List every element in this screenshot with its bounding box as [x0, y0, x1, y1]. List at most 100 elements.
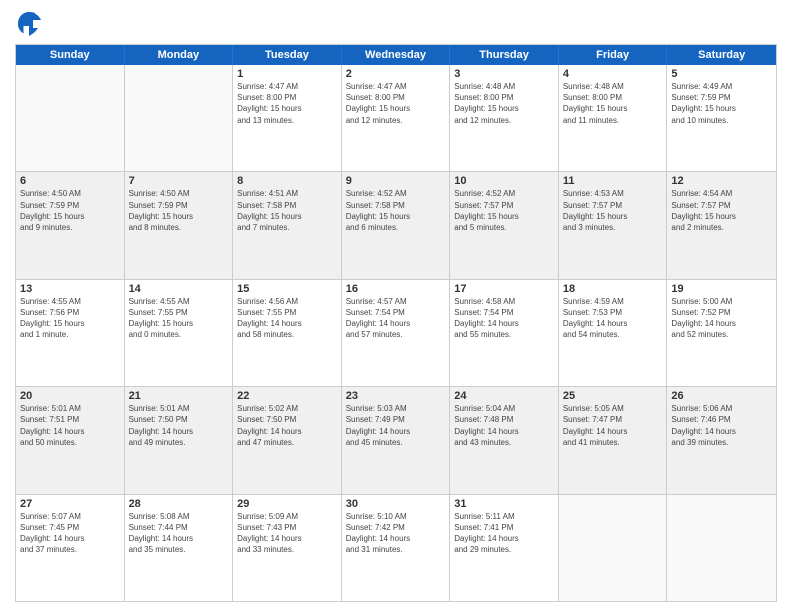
day-info: Sunrise: 5:04 AM Sunset: 7:48 PM Dayligh…: [454, 403, 554, 448]
calendar-cell: 20Sunrise: 5:01 AM Sunset: 7:51 PM Dayli…: [16, 387, 125, 493]
day-info: Sunrise: 4:56 AM Sunset: 7:55 PM Dayligh…: [237, 296, 337, 341]
day-info: Sunrise: 5:07 AM Sunset: 7:45 PM Dayligh…: [20, 511, 120, 556]
day-info: Sunrise: 4:52 AM Sunset: 7:57 PM Dayligh…: [454, 188, 554, 233]
day-info: Sunrise: 4:53 AM Sunset: 7:57 PM Dayligh…: [563, 188, 663, 233]
calendar-cell: 13Sunrise: 4:55 AM Sunset: 7:56 PM Dayli…: [16, 280, 125, 386]
day-info: Sunrise: 5:09 AM Sunset: 7:43 PM Dayligh…: [237, 511, 337, 556]
day-number: 29: [237, 498, 337, 510]
calendar-cell: 8Sunrise: 4:51 AM Sunset: 7:58 PM Daylig…: [233, 172, 342, 278]
calendar-cell: 19Sunrise: 5:00 AM Sunset: 7:52 PM Dayli…: [667, 280, 776, 386]
day-number: 16: [346, 283, 446, 295]
day-info: Sunrise: 4:51 AM Sunset: 7:58 PM Dayligh…: [237, 188, 337, 233]
calendar-row: 13Sunrise: 4:55 AM Sunset: 7:56 PM Dayli…: [16, 280, 776, 387]
calendar-cell: 24Sunrise: 5:04 AM Sunset: 7:48 PM Dayli…: [450, 387, 559, 493]
logo: [15, 10, 47, 38]
calendar-cell: 18Sunrise: 4:59 AM Sunset: 7:53 PM Dayli…: [559, 280, 668, 386]
day-info: Sunrise: 5:01 AM Sunset: 7:50 PM Dayligh…: [129, 403, 229, 448]
day-number: 8: [237, 175, 337, 187]
day-number: 19: [671, 283, 772, 295]
calendar-cell: 5Sunrise: 4:49 AM Sunset: 7:59 PM Daylig…: [667, 65, 776, 171]
calendar-row: 6 Sunrise: 4:50 AM Sunset: 7:59 PM Daylig…: [16, 172, 776, 279]
day-info: Sunrise: 5:01 AM Sunset: 7:51 PM Dayligh…: [20, 403, 120, 448]
day-number: 7: [129, 175, 229, 187]
calendar-cell: 11Sunrise: 4:53 AM Sunset: 7:57 PM Dayli…: [559, 172, 668, 278]
day-number: 30: [346, 498, 446, 510]
day-number: 27: [20, 498, 120, 510]
calendar-cell: 16Sunrise: 4:57 AM Sunset: 7:54 PM Dayli…: [342, 280, 451, 386]
calendar-header-cell: Friday: [559, 45, 668, 65]
calendar-header-cell: Saturday: [667, 45, 776, 65]
day-number: 20: [20, 390, 120, 402]
day-number: 13: [20, 283, 120, 295]
day-info: Sunrise: 5:11 AM Sunset: 7:41 PM Dayligh…: [454, 511, 554, 556]
day-info: Sunrise: 5:03 AM Sunset: 7:49 PM Dayligh…: [346, 403, 446, 448]
day-number: 5: [671, 68, 772, 80]
day-number: 1: [237, 68, 337, 80]
day-info: Sunrise: 4:58 AM Sunset: 7:54 PM Dayligh…: [454, 296, 554, 341]
calendar-cell: 25Sunrise: 5:05 AM Sunset: 7:47 PM Dayli…: [559, 387, 668, 493]
day-info: Sunrise: 4:47 AM Sunset: 8:00 PM Dayligh…: [346, 81, 446, 126]
day-number: 15: [237, 283, 337, 295]
day-number: 11: [563, 175, 663, 187]
calendar-cell: 23Sunrise: 5:03 AM Sunset: 7:49 PM Dayli…: [342, 387, 451, 493]
calendar-cell: 12Sunrise: 4:54 AM Sunset: 7:57 PM Dayli…: [667, 172, 776, 278]
day-number: 31: [454, 498, 554, 510]
day-number: 12: [671, 175, 772, 187]
calendar-cell: 30Sunrise: 5:10 AM Sunset: 7:42 PM Dayli…: [342, 495, 451, 601]
calendar-cell: 3Sunrise: 4:48 AM Sunset: 8:00 PM Daylig…: [450, 65, 559, 171]
calendar-cell: 31Sunrise: 5:11 AM Sunset: 7:41 PM Dayli…: [450, 495, 559, 601]
calendar-header-cell: Tuesday: [233, 45, 342, 65]
calendar-cell: 22Sunrise: 5:02 AM Sunset: 7:50 PM Dayli…: [233, 387, 342, 493]
calendar-cell-empty: [559, 495, 668, 601]
calendar-row: 20Sunrise: 5:01 AM Sunset: 7:51 PM Dayli…: [16, 387, 776, 494]
calendar-row: 27Sunrise: 5:07 AM Sunset: 7:45 PM Dayli…: [16, 495, 776, 601]
calendar-cell: 21Sunrise: 5:01 AM Sunset: 7:50 PM Dayli…: [125, 387, 234, 493]
calendar-cell-empty: [16, 65, 125, 171]
calendar-cell: 10Sunrise: 4:52 AM Sunset: 7:57 PM Dayli…: [450, 172, 559, 278]
day-info: Sunrise: 5:00 AM Sunset: 7:52 PM Dayligh…: [671, 296, 772, 341]
calendar-cell: 14Sunrise: 4:55 AM Sunset: 7:55 PM Dayli…: [125, 280, 234, 386]
calendar-row: 1Sunrise: 4:47 AM Sunset: 8:00 PM Daylig…: [16, 65, 776, 172]
day-number: 17: [454, 283, 554, 295]
calendar-cell: 9Sunrise: 4:52 AM Sunset: 7:58 PM Daylig…: [342, 172, 451, 278]
day-number: 22: [237, 390, 337, 402]
day-info: Sunrise: 4:55 AM Sunset: 7:55 PM Dayligh…: [129, 296, 229, 341]
day-number: 3: [454, 68, 554, 80]
calendar-cell: 27Sunrise: 5:07 AM Sunset: 7:45 PM Dayli…: [16, 495, 125, 601]
calendar-body: 1Sunrise: 4:47 AM Sunset: 8:00 PM Daylig…: [16, 65, 776, 601]
day-number: 9: [346, 175, 446, 187]
calendar-cell: 26Sunrise: 5:06 AM Sunset: 7:46 PM Dayli…: [667, 387, 776, 493]
day-info: Sunrise: 4:59 AM Sunset: 7:53 PM Dayligh…: [563, 296, 663, 341]
calendar-header-cell: Sunday: [16, 45, 125, 65]
day-number: 25: [563, 390, 663, 402]
day-info: Sunrise: 4:55 AM Sunset: 7:56 PM Dayligh…: [20, 296, 120, 341]
day-number: 21: [129, 390, 229, 402]
day-number: 14: [129, 283, 229, 295]
day-number: 6: [20, 175, 120, 187]
calendar-header-cell: Thursday: [450, 45, 559, 65]
day-info: Sunrise: 4:48 AM Sunset: 8:00 PM Dayligh…: [454, 81, 554, 126]
logo-icon: [15, 10, 43, 38]
calendar-cell-empty: [125, 65, 234, 171]
day-info: Sunrise: 4:52 AM Sunset: 7:58 PM Dayligh…: [346, 188, 446, 233]
calendar-cell-empty: [667, 495, 776, 601]
calendar-cell: 29Sunrise: 5:09 AM Sunset: 7:43 PM Dayli…: [233, 495, 342, 601]
day-number: 28: [129, 498, 229, 510]
day-number: 23: [346, 390, 446, 402]
day-info: Sunrise: 4:49 AM Sunset: 7:59 PM Dayligh…: [671, 81, 772, 126]
day-number: 2: [346, 68, 446, 80]
calendar-header-cell: Monday: [125, 45, 234, 65]
day-info: Sunrise: 4:54 AM Sunset: 7:57 PM Dayligh…: [671, 188, 772, 233]
page: SundayMondayTuesdayWednesdayThursdayFrid…: [0, 0, 792, 612]
day-number: 24: [454, 390, 554, 402]
day-info: Sunrise: 4:48 AM Sunset: 8:00 PM Dayligh…: [563, 81, 663, 126]
calendar-cell: 15Sunrise: 4:56 AM Sunset: 7:55 PM Dayli…: [233, 280, 342, 386]
day-info: Sunrise: 4:47 AM Sunset: 8:00 PM Dayligh…: [237, 81, 337, 126]
day-number: 18: [563, 283, 663, 295]
calendar-header: SundayMondayTuesdayWednesdayThursdayFrid…: [16, 45, 776, 65]
calendar-cell: 6Sunrise: 4:50 AM Sunset: 7:59 PM Daylig…: [16, 172, 125, 278]
day-info: Sunrise: 4:50 AM Sunset: 7:59 PM Dayligh…: [129, 188, 229, 233]
day-info: Sunrise: 4:57 AM Sunset: 7:54 PM Dayligh…: [346, 296, 446, 341]
calendar-cell: 28Sunrise: 5:08 AM Sunset: 7:44 PM Dayli…: [125, 495, 234, 601]
day-number: 10: [454, 175, 554, 187]
